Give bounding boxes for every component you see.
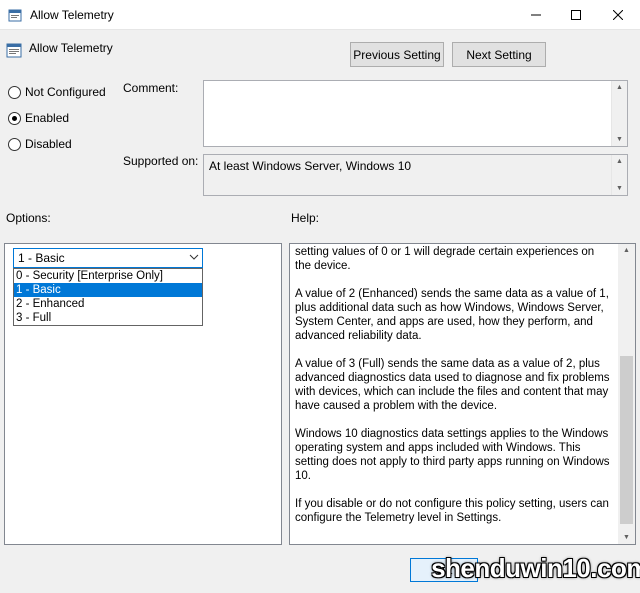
dropdown-list: 0 - Security [Enterprise Only] 1 - Basic…: [13, 268, 203, 326]
watermark: shenduwin10.com: [431, 552, 640, 583]
radio-enabled[interactable]: Enabled: [8, 111, 69, 125]
radio-label-enabled: Enabled: [25, 111, 70, 125]
help-paragraph: A value of 2 (Enhanced) sends the same d…: [295, 288, 609, 342]
supported-on-value: At least Windows Server, Windows 10: [209, 159, 412, 173]
scroll-up-icon[interactable]: ▲: [623, 247, 630, 254]
policy-icon: [8, 8, 22, 22]
radio-circle-enabled[interactable]: [8, 111, 21, 125]
options-label: Options:: [6, 211, 51, 225]
minimize-icon: [531, 14, 541, 16]
window-title: Allow Telemetry: [30, 8, 114, 22]
maximize-button[interactable]: [556, 0, 596, 30]
scroll-down-icon[interactable]: ▼: [623, 534, 630, 541]
dropdown-option[interactable]: 3 - Full: [14, 311, 202, 325]
dropdown-selected-value: 1 - Basic: [18, 251, 65, 265]
comment-label: Comment:: [123, 81, 179, 95]
chevron-down-icon[interactable]: [189, 251, 199, 265]
title-bar: Allow Telemetry: [0, 0, 640, 30]
help-paragraph: If you disable or do not configure this …: [295, 498, 609, 524]
comment-field[interactable]: ▲ ▼: [203, 80, 628, 147]
help-paragraph: Windows 10 diagnostics data settings app…: [295, 428, 610, 482]
help-paragraph: setting values of 0 or 1 will degrade ce…: [295, 246, 595, 272]
dropdown-option[interactable]: 2 - Enhanced: [14, 297, 202, 311]
maximize-icon: [571, 10, 581, 20]
close-icon: [613, 10, 623, 20]
policy-setting-icon: [6, 42, 22, 58]
radio-not-configured[interactable]: Not Configured: [8, 85, 106, 99]
dropdown-option[interactable]: 0 - Security [Enterprise Only]: [14, 269, 202, 283]
radio-disabled[interactable]: Disabled: [8, 137, 72, 151]
dropdown-option-selected[interactable]: 1 - Basic: [14, 283, 202, 297]
help-text: setting values of 0 or 1 will degrade ce…: [295, 245, 613, 539]
radio-label-not-configured: Not Configured: [25, 85, 106, 99]
scrollbar-thumb[interactable]: [620, 356, 633, 524]
scroll-down-icon[interactable]: ▼: [616, 185, 623, 192]
policy-title: Allow Telemetry: [29, 41, 113, 55]
next-setting-button[interactable]: Next Setting: [452, 42, 546, 67]
close-button[interactable]: [596, 0, 640, 30]
comment-scrollbar[interactable]: ▲ ▼: [611, 81, 627, 146]
minimize-button[interactable]: [516, 0, 556, 30]
telemetry-level-dropdown[interactable]: 1 - Basic: [13, 248, 203, 268]
help-pane: setting values of 0 or 1 will degrade ce…: [289, 243, 636, 545]
supported-on-label: Supported on:: [123, 154, 199, 168]
previous-setting-button[interactable]: Previous Setting: [350, 42, 444, 67]
help-scrollbar[interactable]: ▲ ▼: [618, 244, 635, 544]
radio-circle-disabled[interactable]: [8, 137, 21, 151]
supported-on-field: At least Windows Server, Windows 10 ▲ ▼: [203, 154, 628, 196]
scroll-down-icon[interactable]: ▼: [616, 136, 623, 143]
scroll-up-icon[interactable]: ▲: [616, 84, 623, 91]
help-label: Help:: [291, 211, 320, 225]
radio-circle-not-configured[interactable]: [8, 85, 21, 99]
radio-label-disabled: Disabled: [25, 137, 72, 151]
supported-scrollbar[interactable]: ▲ ▼: [611, 155, 627, 195]
scroll-up-icon[interactable]: ▲: [616, 158, 623, 165]
help-paragraph: A value of 3 (Full) sends the same data …: [295, 358, 610, 412]
